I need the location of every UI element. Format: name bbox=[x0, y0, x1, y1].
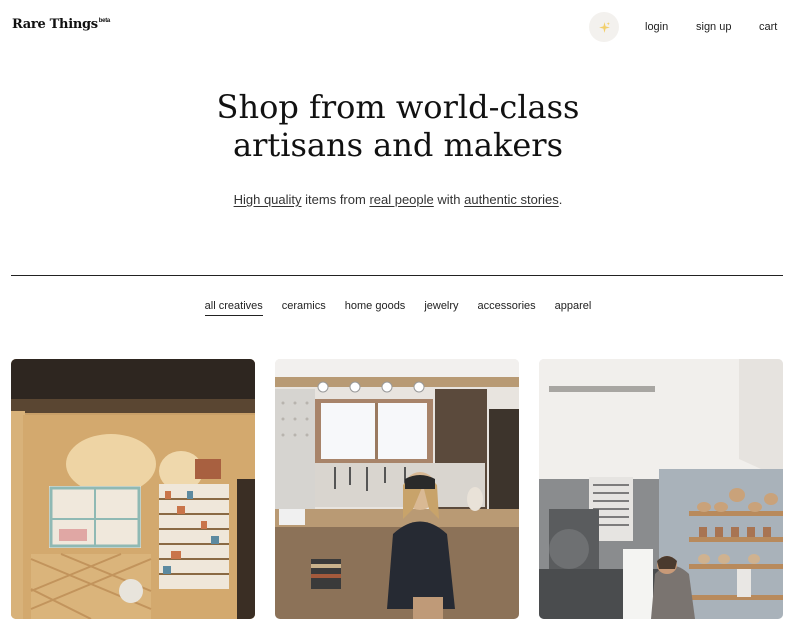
subtitle-period: . bbox=[558, 192, 563, 207]
creative-card-3[interactable] bbox=[539, 359, 783, 619]
beta-badge: beta bbox=[98, 18, 110, 24]
hero-title-line1: Shop from world-class bbox=[216, 88, 580, 126]
hero-subtitle: High quality items from real people with… bbox=[0, 192, 796, 207]
category-filters: all creatives ceramics home goods jewelr… bbox=[0, 300, 796, 316]
real-people-link[interactable]: real people bbox=[369, 192, 433, 207]
divider bbox=[11, 275, 783, 276]
signup-link[interactable]: sign up bbox=[696, 21, 731, 33]
subtitle-text-2: with bbox=[433, 192, 465, 207]
sparkles-button[interactable] bbox=[589, 12, 619, 42]
login-link[interactable]: login bbox=[645, 21, 668, 33]
logo[interactable]: Rare Thingsbeta bbox=[12, 17, 110, 32]
hero-title-line2: artisans and makers bbox=[233, 126, 563, 164]
high-quality-link[interactable]: High quality bbox=[234, 192, 302, 207]
filter-apparel[interactable]: apparel bbox=[555, 300, 592, 316]
logo-text: Rare Things bbox=[12, 17, 98, 32]
sparkles-icon bbox=[598, 21, 610, 33]
hero-title: Shop from world-class artisans and maker… bbox=[0, 88, 796, 164]
filter-jewelry[interactable]: jewelry bbox=[424, 300, 458, 316]
authentic-stories-link[interactable]: authentic stories bbox=[464, 192, 559, 207]
filter-accessories[interactable]: accessories bbox=[478, 300, 536, 316]
cart-link[interactable]: cart bbox=[759, 21, 777, 33]
woodworking-studio-image bbox=[11, 359, 255, 619]
filter-all-creatives[interactable]: all creatives bbox=[204, 300, 263, 316]
site-header: Rare Thingsbeta login sign up cart bbox=[0, 0, 800, 52]
creative-card-1[interactable] bbox=[11, 359, 255, 619]
subtitle-text-1: items from bbox=[301, 192, 370, 207]
creative-card-2[interactable] bbox=[275, 359, 519, 619]
workbench-maker-image bbox=[275, 359, 519, 619]
filter-home-goods[interactable]: home goods bbox=[345, 300, 406, 316]
filter-ceramics[interactable]: ceramics bbox=[282, 300, 326, 316]
ceramics-studio-image bbox=[539, 359, 783, 619]
